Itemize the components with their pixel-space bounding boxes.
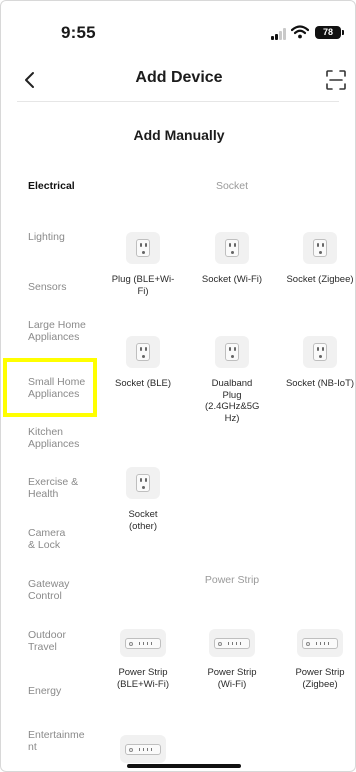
socket-icon	[303, 232, 337, 264]
category-small-home-appliances[interactable]: Small Home Appliances	[28, 376, 94, 400]
socket-icon	[303, 336, 337, 368]
device-name: Socket (Wi-Fi)	[201, 274, 263, 285]
power-strip-icon	[209, 629, 255, 657]
category-energy[interactable]: Energy	[28, 685, 98, 697]
device-name: Socket (Zigbee)	[286, 274, 354, 285]
device-socket-wifi[interactable]: Socket (Wi-Fi)	[197, 232, 267, 286]
socket-icon	[126, 467, 160, 499]
category-kitchen-appliances[interactable]: Kitchen Appliances	[28, 426, 88, 450]
battery-indicator: 78	[315, 26, 344, 39]
header: Add Device	[1, 57, 355, 105]
category-camera-lock[interactable]: Camera & Lock	[28, 527, 72, 551]
category-exercise-health[interactable]: Exercise & Health	[28, 476, 80, 500]
signal-icon	[271, 28, 289, 40]
device-name: Plug (BLE+Wi-Fi)	[111, 274, 175, 297]
phone-screen: 9:55 78 Add Device Add Manually Electric…	[0, 0, 356, 772]
power-strip-icon	[120, 629, 166, 657]
device-name: Power Strip (BLE+Wi-Fi)	[117, 667, 169, 690]
device-dualband-plug[interactable]: Dualband Plug (2.4GHz&5G Hz)	[195, 336, 269, 424]
device-name: Power Strip (Zigbee)	[295, 667, 345, 690]
device-name: Socket (NB-IoT)	[285, 378, 355, 389]
socket-icon	[215, 232, 249, 264]
group-label-socket: Socket	[215, 180, 249, 192]
wifi-icon	[291, 25, 309, 39]
device-power-strip-zigbee[interactable]: Power Strip (Zigbee)	[282, 629, 355, 690]
header-divider	[17, 101, 339, 102]
device-socket-other[interactable]: Socket (other)	[108, 467, 178, 532]
socket-icon	[215, 336, 249, 368]
category-sensors[interactable]: Sensors	[28, 281, 98, 293]
device-name: Dualband Plug (2.4GHz&5G Hz)	[205, 378, 260, 424]
category-entertainment[interactable]: Entertainment	[28, 729, 88, 753]
device-power-strip-ble-wifi[interactable]: Power Strip (BLE+Wi-Fi)	[105, 629, 181, 690]
socket-icon	[126, 232, 160, 264]
section-title: Add Manually	[133, 127, 225, 143]
scan-icon[interactable]	[325, 69, 347, 91]
socket-icon	[126, 336, 160, 368]
device-power-strip-wifi[interactable]: Power Strip (Wi-Fi)	[194, 629, 270, 690]
device-name: Socket (other)	[128, 509, 158, 532]
category-electrical[interactable]: Electrical	[28, 180, 98, 192]
power-strip-icon	[120, 735, 166, 763]
category-outdoor-travel[interactable]: Outdoor Travel	[28, 629, 76, 653]
power-strip-icon	[297, 629, 343, 657]
device-socket-nb-iot[interactable]: Socket (NB-IoT)	[285, 336, 355, 390]
device-plug-ble-wifi[interactable]: Plug (BLE+Wi-Fi)	[108, 232, 178, 297]
device-name: Power Strip (Wi-Fi)	[207, 667, 257, 690]
status-bar: 9:55 78	[1, 1, 355, 57]
home-indicator[interactable]	[127, 764, 241, 768]
group-label-power-strip: Power Strip	[204, 574, 260, 586]
status-time: 9:55	[61, 23, 96, 42]
page-title: Add Device	[135, 69, 223, 86]
device-name: Socket (BLE)	[115, 378, 171, 389]
category-gateway-control[interactable]: Gateway Control	[28, 578, 76, 602]
category-lighting[interactable]: Lighting	[28, 231, 98, 243]
device-socket-ble[interactable]: Socket (BLE)	[108, 336, 178, 390]
category-large-home-appliances[interactable]: Large Home Appliances	[28, 319, 88, 343]
device-socket-zigbee[interactable]: Socket (Zigbee)	[285, 232, 355, 286]
